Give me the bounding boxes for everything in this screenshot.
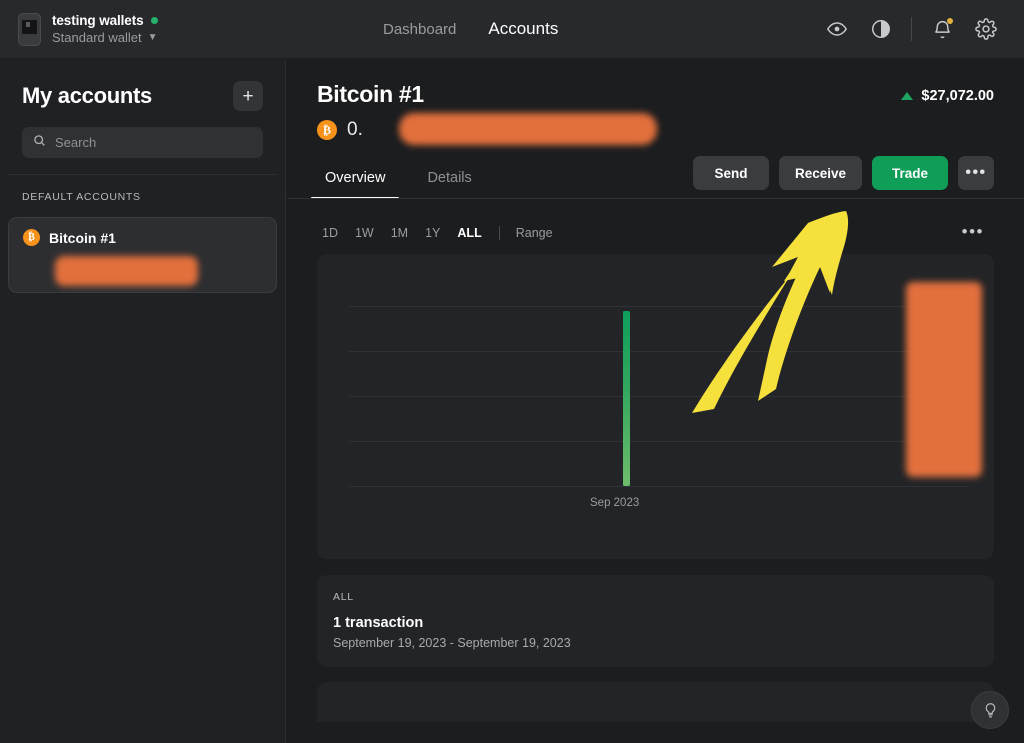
redacted-balance-block-main — [399, 113, 657, 145]
send-button[interactable]: Send — [692, 156, 769, 190]
search-field[interactable] — [22, 127, 263, 158]
custom-range-button[interactable]: Range — [516, 226, 553, 240]
next-card-partial — [317, 682, 994, 722]
main-content: Bitcoin #1 ₿ 0. $27,072.00 Overview Deta… — [287, 59, 1024, 743]
chevron-down-icon: ▼ — [147, 31, 158, 43]
trend-up-icon — [901, 92, 914, 100]
nav-item-dashboard[interactable]: Dashboard — [383, 21, 456, 38]
wallet-type-row[interactable]: Standard wallet ▼ — [52, 30, 158, 45]
balance-row: ₿ 0. — [317, 113, 994, 145]
search-input[interactable] — [55, 135, 252, 150]
eye-icon[interactable] — [815, 7, 859, 51]
wallet-name: testing wallets — [52, 13, 144, 28]
tab-overview[interactable]: Overview — [310, 170, 400, 199]
chart-panel: 1D 1W 1M 1Y ALL Range ••• Sep 2023 — [317, 216, 994, 559]
sidebar-item-bitcoin-1[interactable]: ₿ Bitcoin #1 — [8, 217, 277, 293]
add-account-button[interactable]: + — [233, 81, 263, 111]
sidebar: My accounts + DEFAULT ACCOUNTS ₿ Bitcoin… — [0, 59, 286, 743]
range-1m[interactable]: 1M — [391, 226, 408, 240]
receive-button[interactable]: Receive — [778, 156, 862, 190]
bitcoin-icon-large: ₿ — [317, 120, 337, 140]
gear-icon[interactable] — [964, 7, 1008, 51]
account-actions: Send Receive Trade ••• — [692, 156, 994, 190]
bell-icon[interactable] — [920, 7, 964, 51]
trade-button[interactable]: Trade — [872, 156, 948, 190]
tab-details[interactable]: Details — [419, 170, 479, 199]
sidebar-title: My accounts — [22, 83, 152, 108]
balance-chart: Sep 2023 — [317, 254, 994, 559]
chart-bar-sep-2023 — [623, 311, 630, 486]
chart-gridlines — [349, 306, 968, 487]
contrast-icon[interactable] — [859, 7, 903, 51]
range-1y[interactable]: 1Y — [425, 226, 440, 240]
price-indicator: $27,072.00 — [901, 88, 994, 104]
top-bar: testing wallets Standard wallet ▼ Dashbo… — [0, 0, 1024, 59]
transactions-card: ALL 1 transaction September 19, 2023 - S… — [317, 575, 994, 667]
connection-status-dot — [150, 17, 158, 24]
toolbar-divider — [911, 17, 912, 41]
chart-options-button[interactable]: ••• — [956, 222, 990, 243]
range-divider — [498, 226, 500, 240]
top-bar-actions — [815, 0, 1008, 58]
transactions-count: 1 transaction — [333, 615, 424, 631]
redacted-chart-block — [906, 282, 982, 477]
hardware-wallet-icon — [18, 12, 41, 46]
wallet-name-row: testing wallets — [52, 13, 158, 28]
account-name: Bitcoin #1 — [49, 229, 116, 246]
notification-badge — [947, 18, 953, 24]
transactions-filter-label: ALL — [333, 591, 354, 603]
chart-x-tick-label: Sep 2023 — [590, 497, 640, 509]
wallet-selector[interactable]: testing wallets Standard wallet ▼ — [0, 0, 286, 58]
bitcoin-icon: ₿ — [23, 229, 40, 246]
account-name-row: ₿ Bitcoin #1 — [23, 229, 262, 246]
wallet-text: testing wallets Standard wallet ▼ — [52, 13, 158, 45]
search-icon — [33, 134, 46, 152]
range-all[interactable]: ALL — [457, 226, 481, 240]
nav-item-accounts[interactable]: Accounts — [488, 19, 558, 39]
tabs-underline — [287, 198, 1024, 199]
transactions-date-range: September 19, 2023 - September 19, 2023 — [333, 636, 571, 650]
account-header: Bitcoin #1 ₿ 0. $27,072.00 — [287, 59, 1024, 145]
account-tabs: Overview Details Send Receive Trade ••• — [287, 156, 1024, 199]
range-1w[interactable]: 1W — [355, 226, 374, 240]
more-actions-button[interactable]: ••• — [958, 156, 994, 190]
range-1d[interactable]: 1D — [322, 226, 338, 240]
redacted-balance-block — [55, 256, 198, 286]
wallet-type-label: Standard wallet — [52, 30, 142, 45]
app-window: testing wallets Standard wallet ▼ Dashbo… — [0, 0, 1024, 743]
sidebar-header: My accounts + — [0, 59, 285, 111]
chart-range-selector: 1D 1W 1M 1Y ALL Range — [317, 216, 994, 250]
lightbulb-icon[interactable] — [971, 691, 1009, 729]
account-balance: 0. — [347, 119, 363, 140]
page-title: Bitcoin #1 — [317, 81, 424, 107]
main-nav: Dashboard Accounts — [383, 0, 558, 58]
price-value: $27,072.00 — [921, 88, 994, 104]
sidebar-section-label: DEFAULT ACCOUNTS — [22, 191, 141, 203]
